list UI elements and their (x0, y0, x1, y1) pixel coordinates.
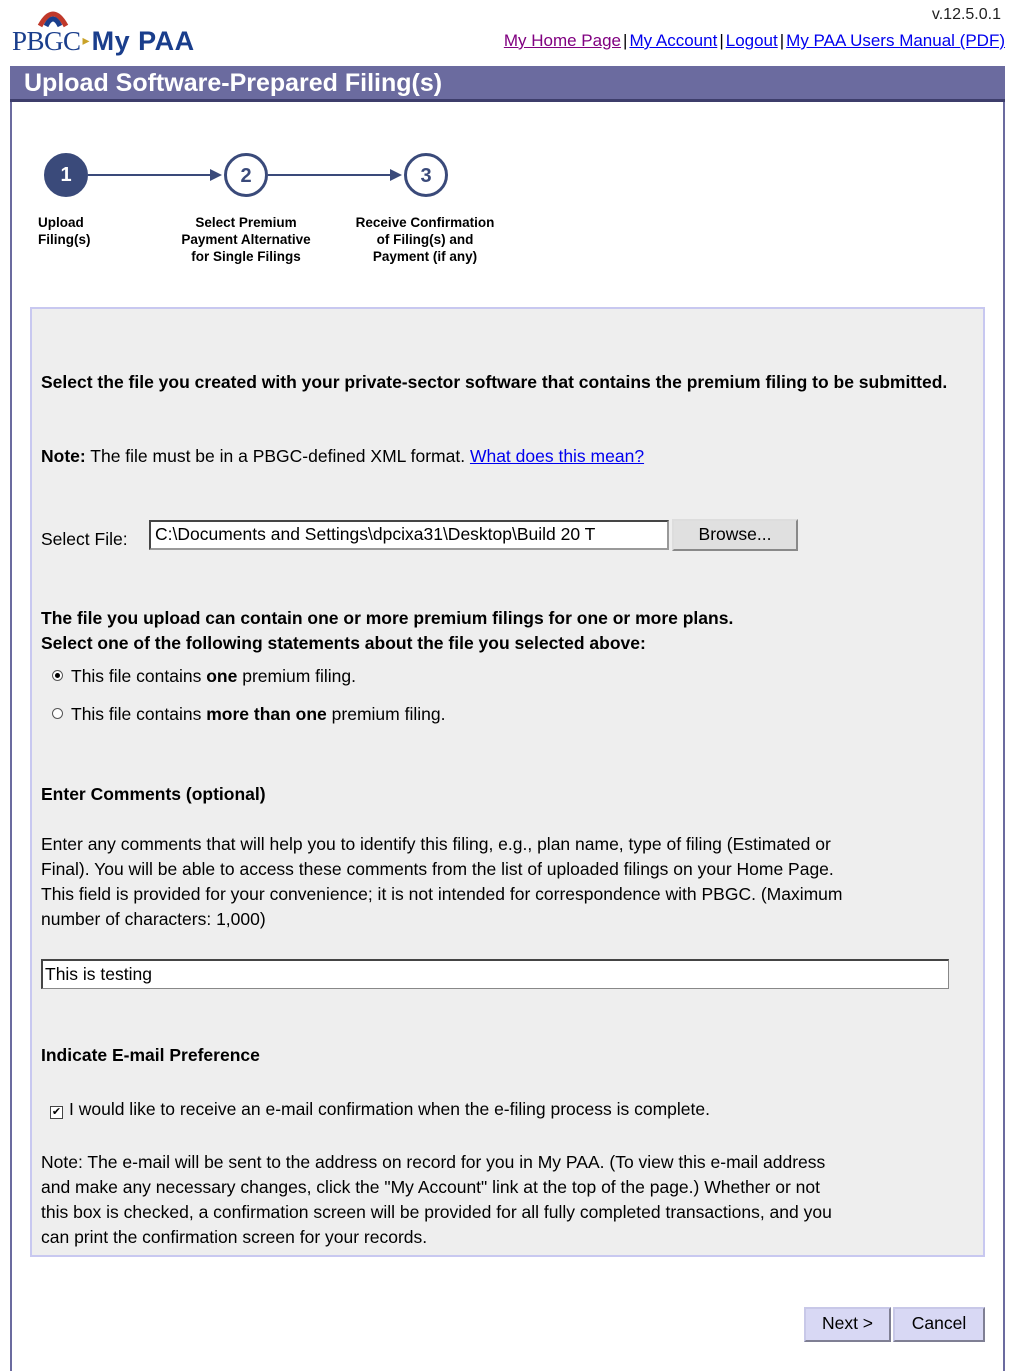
comments-help-line-4: number of characters: 1,000) (41, 909, 266, 929)
users-manual-link[interactable]: My PAA Users Manual (PDF) (786, 31, 1005, 50)
separator: | (623, 31, 628, 50)
cancel-button[interactable]: Cancel (893, 1307, 985, 1342)
logo-pbgc-text: PBGC (12, 26, 81, 56)
pbgc-my-paa-logo: PBGC ▸My PAA (12, 4, 242, 62)
radio-one-filing-option[interactable]: This file contains one premium filing. (52, 666, 356, 687)
logo-mypaa-text: My PAA (91, 26, 195, 56)
logo-arrow-icon: ▸ (82, 32, 90, 48)
my-home-page-link[interactable]: My Home Page (504, 31, 621, 50)
step-2-circle: 2 (224, 153, 268, 197)
step-1-circle: 1 (44, 153, 88, 197)
file-contents-heading-1: The file you upload can contain one or m… (41, 608, 734, 628)
upload-form-panel: Select the file you created with your pr… (30, 307, 985, 1257)
comments-input[interactable]: This is testing (41, 959, 949, 989)
pbgc-emblem-icon (37, 11, 69, 28)
comments-help-line-2: Final). You will be able to access these… (41, 859, 834, 879)
email-note-line-4: can print the confirmation screen for yo… (41, 1227, 428, 1247)
select-file-input[interactable]: C:\Documents and Settings\dpcixa31\Deskt… (149, 520, 669, 550)
email-confirmation-checkbox[interactable]: ✔ (50, 1106, 63, 1119)
separator: | (719, 31, 724, 50)
page-title: Upload Software-Prepared Filing(s) (24, 69, 443, 97)
xml-format-note: Note: The file must be in a PBGC-defined… (41, 446, 645, 466)
email-note-line-1: Note: The e-mail will be sent to the add… (41, 1152, 826, 1172)
email-confirmation-option[interactable]: ✔ I would like to receive an e-mail confi… (50, 1099, 710, 1120)
step-2-label: Select Premium Payment Alternative for S… (181, 215, 311, 264)
step-1-label: Upload Filing(s) (38, 215, 91, 247)
file-contents-heading-2: Select one of the following statements a… (41, 633, 646, 653)
progress-stepper: 1 2 3 Upload Filing(s) Select Premium Pa… (30, 145, 530, 275)
next-button[interactable]: Next > (804, 1307, 891, 1342)
separator: | (779, 31, 785, 50)
frame-border-right (1003, 102, 1005, 1371)
radio-multiple-filings-option[interactable]: This file contains more than one premium… (52, 704, 445, 725)
radio-multiple-filings[interactable] (52, 708, 63, 719)
comments-help-line-1: Enter any comments that will help you to… (41, 834, 831, 854)
frame-border-left (10, 102, 12, 1371)
select-file-label: Select File: (41, 529, 128, 549)
email-note-line-3: this box is checked, a confirmation scre… (41, 1202, 832, 1222)
email-note-line-2: and make any necessary changes, click th… (41, 1177, 820, 1197)
step-3-circle: 3 (404, 153, 448, 197)
stepper-connectors (88, 169, 402, 181)
file-instruction: Select the file you created with your pr… (41, 372, 948, 392)
what-does-this-mean-link[interactable]: What does this mean? (470, 446, 644, 466)
radio-one-filing[interactable] (52, 670, 63, 681)
page-title-bar: Upload Software-Prepared Filing(s) (10, 66, 1005, 102)
browse-button[interactable]: Browse... (672, 519, 798, 551)
email-preference-heading: Indicate E-mail Preference (41, 1045, 260, 1065)
version-label: v.12.5.0.1 (931, 6, 1001, 23)
comments-help-line-3: This field is provided for your convenie… (41, 884, 843, 904)
top-nav-links: My Home Page | My Account | Logout | My PAA Us… (504, 31, 1005, 51)
logout-link[interactable]: Logout (726, 31, 778, 50)
my-account-link[interactable]: My Account (629, 31, 717, 50)
comments-heading: Enter Comments (optional) (41, 784, 266, 804)
step-3-label: Receive Confirmation of Filing(s) and Pa… (355, 215, 495, 264)
